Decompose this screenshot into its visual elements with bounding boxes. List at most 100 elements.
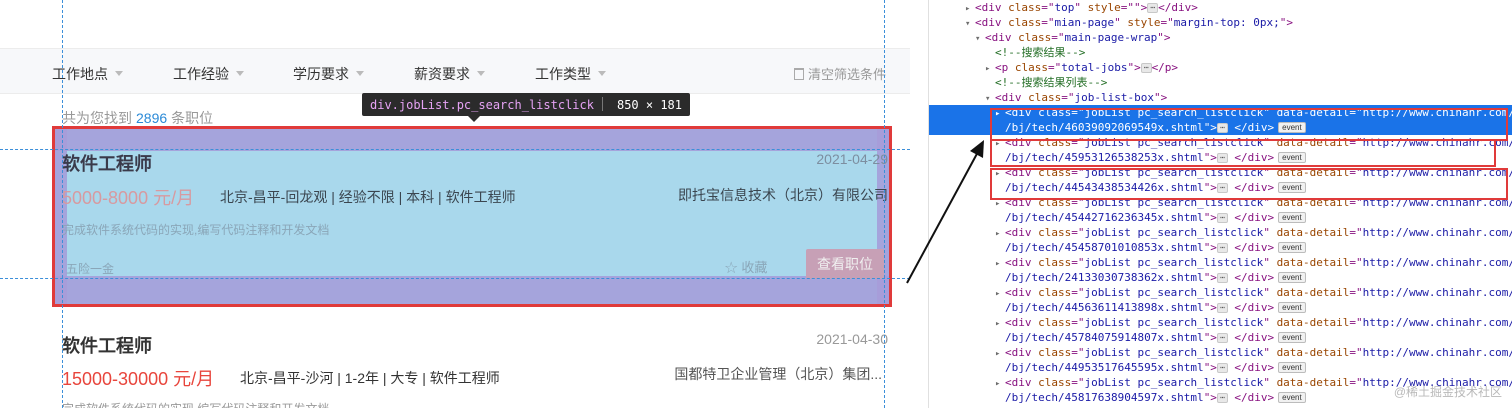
- attr-name: data-detail: [1276, 256, 1350, 269]
- attr-name: style: [1087, 1, 1121, 14]
- dom-node-line[interactable]: ▾ <div class="main-page-wrap">: [929, 30, 1512, 45]
- tag-close: </div>: [1227, 301, 1275, 314]
- attr-quote: =": [1061, 91, 1075, 104]
- attr-quote: =": [1071, 376, 1085, 389]
- chevron-down-icon: [477, 71, 485, 76]
- filter-salary[interactable]: 薪资要求: [414, 64, 485, 84]
- filter-label: 工作地点: [52, 66, 108, 82]
- job-title[interactable]: 软件工程师: [62, 150, 152, 176]
- attr-quote: ": [1114, 16, 1121, 29]
- filter-label: 学历要求: [293, 66, 349, 82]
- attr-quote: ">: [1203, 331, 1217, 344]
- dom-node-line[interactable]: <!--搜索结果列表-->: [929, 75, 1512, 90]
- clear-filters-button[interactable]: 清空筛选条件: [794, 64, 886, 83]
- attr-quote: =": [1071, 316, 1085, 329]
- attr-quote: =": [1071, 346, 1085, 359]
- attr-value: jobList pc_search_listclick: [1084, 226, 1264, 239]
- attr-quote: =": [1349, 226, 1363, 239]
- joblist-node-line[interactable]: ▸ <div class="jobList pc_search_listclick…: [929, 255, 1512, 270]
- tag-close: </div>: [1227, 331, 1275, 344]
- attr-quote: =": [1349, 376, 1363, 389]
- attr-value: http://www.chinahr.com/detail: [1362, 316, 1512, 329]
- filter-education[interactable]: 学历要求: [293, 64, 364, 84]
- favorite-button[interactable]: ☆ 收藏: [724, 257, 767, 278]
- filter-label: 工作经验: [173, 66, 229, 82]
- inspector-guide-vertical: [62, 0, 63, 408]
- dom-node-line[interactable]: ▾ <div class="mian-page" style="margin-to…: [929, 15, 1512, 30]
- attr-value: /bj/tech/45784075914807x.shtml: [1005, 331, 1204, 344]
- padding-overlay: [55, 276, 889, 304]
- joblist-node-line-cont[interactable]: /bj/tech/44953517645595x.shtml"> ⋯ </div>…: [929, 360, 1512, 375]
- dom-node-line[interactable]: <!--搜索结果-->: [929, 45, 1512, 60]
- attr-quote: =": [1041, 1, 1055, 14]
- total-count: 2896: [136, 110, 168, 126]
- html-comment: <!--搜索结果列表-->: [995, 76, 1108, 89]
- job-card-highlighted[interactable]: 软件工程师 2021-04-29 5000-8000 元/月 北京-昌平-回龙观…: [52, 126, 892, 307]
- attr-quote: =": [1051, 31, 1065, 44]
- annotation-box: [990, 139, 1496, 167]
- attr-name: data-detail: [1276, 226, 1350, 239]
- joblist-node-line[interactable]: ▸ <div class="jobList pc_search_listclick…: [929, 285, 1512, 300]
- dom-node-line[interactable]: ▸ <p class="total-jobs"> ⋯ </p>: [929, 60, 1512, 75]
- attr-value: http://www.chinahr.com/detail: [1362, 256, 1512, 269]
- joblist-node-line[interactable]: ▸ <div class="jobList pc_search_listclick…: [929, 225, 1512, 240]
- job-description: 完成软件系统代码的实现,编写代码注释和开发文档: [62, 400, 329, 408]
- joblist-node-line-cont[interactable]: /bj/tech/45784075914807x.shtml"> ⋯ </div>…: [929, 330, 1512, 345]
- attr-quote: ": [1263, 256, 1270, 269]
- job-company[interactable]: 国都特卫企业管理（北京）集团...: [674, 364, 882, 384]
- attr-value: /bj/tech/44563611413898x.shtml: [1005, 301, 1204, 314]
- chevron-down-icon: [236, 71, 244, 76]
- tooltip-selector: div.jobList.pc_search_listclick: [370, 98, 594, 112]
- watermark: @稀土掘金技术社区: [1393, 385, 1502, 399]
- joblist-node-line-cont[interactable]: /bj/tech/45458701010853x.shtml"> ⋯ </div>…: [929, 240, 1512, 255]
- total-jobs: 共为您找到 2896 条职位: [62, 108, 213, 128]
- dom-node-line[interactable]: ▾ <div class="job-list-box">: [929, 90, 1512, 105]
- filter-experience[interactable]: 工作经验: [173, 64, 244, 84]
- attr-quote: =": [1349, 286, 1363, 299]
- attr-name: data-detail: [1276, 286, 1350, 299]
- job-meta: 北京-昌平-沙河 | 1-2年 | 大专 | 软件工程师: [240, 370, 500, 386]
- tag-close: </div>: [1227, 361, 1275, 374]
- tag-name: <div: [985, 31, 1012, 44]
- joblist-node-line[interactable]: ▸ <div class="jobList pc_search_listclick…: [929, 345, 1512, 360]
- attr-name: data-detail: [1276, 316, 1350, 329]
- job-date: 2021-04-29: [816, 151, 888, 167]
- job-company[interactable]: 即托宝信息技术（北京）有限公司: [678, 185, 888, 205]
- event-badge: event: [1278, 392, 1306, 403]
- tag-close-bracket: >: [1163, 31, 1171, 44]
- attr-value: /bj/tech/45458701010853x.shtml: [1005, 241, 1204, 254]
- filter-job-type[interactable]: 工作类型: [535, 64, 606, 84]
- attr-quote: =": [1160, 16, 1174, 29]
- joblist-node-line-cont[interactable]: /bj/tech/44563611413898x.shtml"> ⋯ </div>…: [929, 300, 1512, 315]
- tag-close-bracket: >: [1160, 91, 1168, 104]
- attr-quote: =": [1349, 316, 1363, 329]
- attr-value: http://www.chinahr.com/detail: [1362, 286, 1512, 299]
- attr-quote: ">: [1203, 241, 1217, 254]
- joblist-node-line-cont[interactable]: /bj/tech/45442716236345x.shtml"> ⋯ </div>…: [929, 210, 1512, 225]
- tag-name: <div: [1005, 376, 1032, 389]
- attr-quote: ": [1134, 1, 1141, 14]
- tag-name: <div: [1005, 286, 1032, 299]
- attr-name: class: [1008, 16, 1042, 29]
- job-card[interactable]: 软件工程师 2021-04-30 15000-30000 元/月 北京-昌平-沙…: [52, 328, 892, 408]
- tag-close: </div>: [1158, 1, 1198, 14]
- chevron-down-icon: [598, 71, 606, 76]
- tag-close: </div>: [1227, 391, 1275, 404]
- attr-value: total-jobs: [1061, 61, 1128, 74]
- event-badge: event: [1278, 212, 1306, 223]
- attr-quote: =": [1041, 16, 1055, 29]
- joblist-node-line-cont[interactable]: /bj/tech/24133030738362x.shtml"> ⋯ </div>…: [929, 270, 1512, 285]
- attr-name: class: [1038, 256, 1072, 269]
- attr-value: /bj/tech/24133030738362x.shtml: [1005, 271, 1204, 284]
- attr-name: data-detail: [1276, 346, 1350, 359]
- job-title[interactable]: 软件工程师: [62, 332, 152, 358]
- tag-name: <div: [1005, 316, 1032, 329]
- joblist-node-line[interactable]: ▸ <div class="jobList pc_search_listclick…: [929, 315, 1512, 330]
- attr-value: /bj/tech/44953517645595x.shtml: [1005, 361, 1204, 374]
- view-job-button[interactable]: 查看职位: [806, 249, 884, 279]
- dom-node-line[interactable]: ▸ <div class="top" style=""> ⋯ </div>: [929, 0, 1512, 15]
- chevron-down-icon: [356, 71, 364, 76]
- attr-quote: ": [1263, 226, 1270, 239]
- tag-close-bracket: >: [1134, 61, 1141, 74]
- event-badge: event: [1278, 362, 1306, 373]
